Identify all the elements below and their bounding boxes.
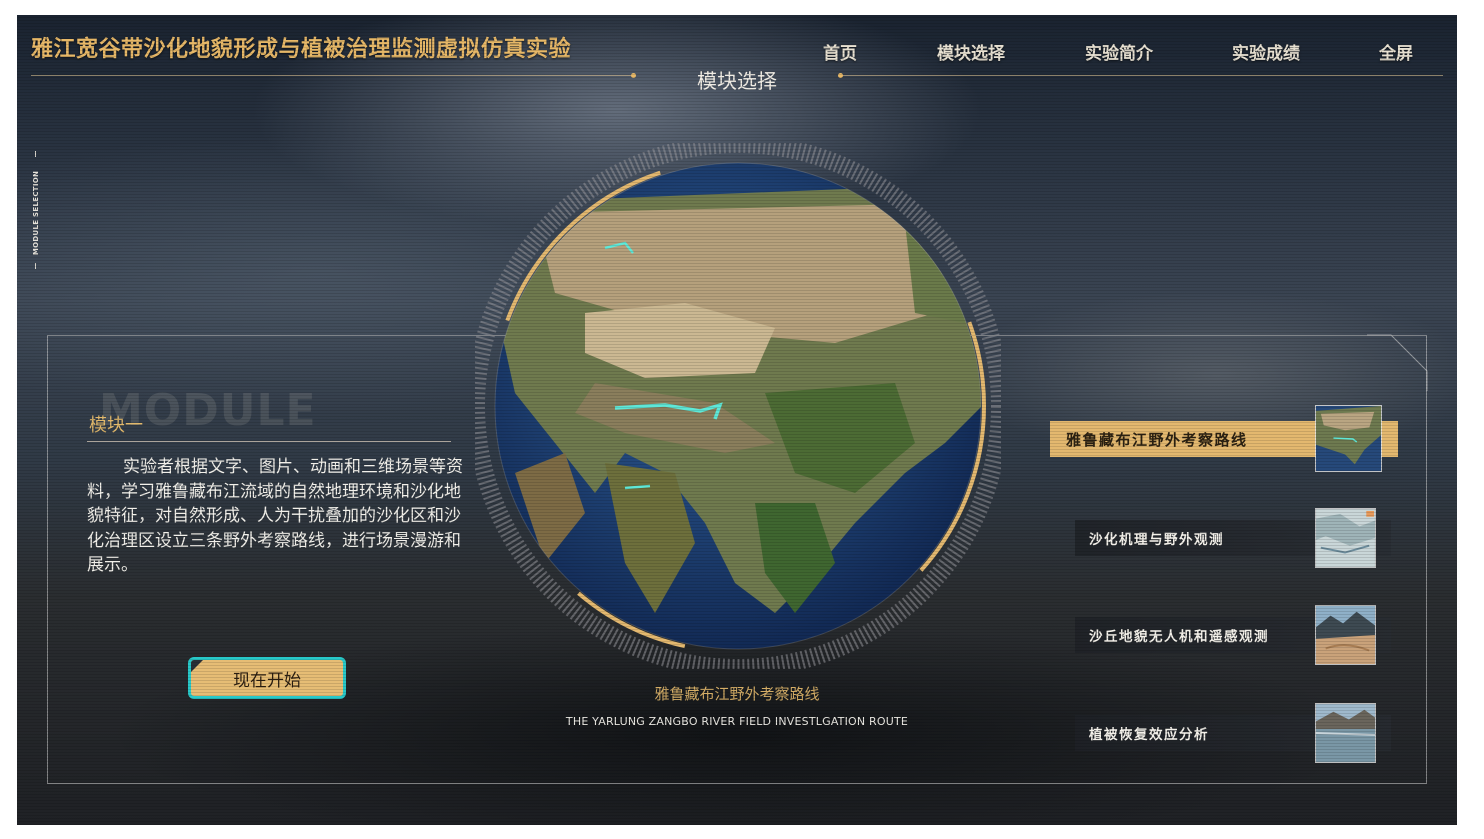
globe-map[interactable]: [475, 143, 1001, 669]
start-now-button[interactable]: 现在开始: [188, 657, 346, 699]
tick-mark: [35, 263, 36, 269]
route-card-desertification[interactable]: 沙化机理与野外观测: [1075, 508, 1395, 568]
route-card-vegetation[interactable]: 植被恢复效应分析: [1075, 703, 1395, 763]
module-divider: [87, 441, 451, 442]
side-vertical-tag: MODULE SELECTION: [31, 151, 41, 281]
nav-module-select[interactable]: 模块选择: [937, 39, 1005, 64]
nav-experiment-score[interactable]: 实验成绩: [1232, 39, 1300, 64]
app-screen: 雅江宽谷带沙化地貌形成与植被治理监测虚拟仿真实验 首页 模块选择 实验简介 实验…: [17, 15, 1457, 825]
nav-experiment-intro[interactable]: 实验简介: [1085, 39, 1153, 64]
nav-fullscreen[interactable]: 全屏: [1379, 39, 1413, 64]
dune-thumbnail-icon: [1315, 605, 1376, 665]
side-tag-text: MODULE SELECTION: [32, 170, 40, 256]
header-divider-left: [31, 73, 636, 78]
map-thumbnail-icon: [1315, 405, 1382, 472]
lake-thumbnail-icon: [1315, 703, 1376, 763]
globe-surface: [495, 163, 981, 649]
start-now-label: 现在开始: [233, 670, 301, 691]
section-title: 模块选择: [697, 69, 777, 93]
route-card-dune-uav[interactable]: 沙丘地貌无人机和遥感观测: [1075, 605, 1395, 665]
nav-home[interactable]: 首页: [823, 39, 857, 64]
divider-dot: [631, 73, 636, 78]
top-nav: 首页 模块选择 实验简介 实验成绩 全屏: [17, 39, 1457, 64]
divider-dot: [838, 73, 843, 78]
route-caption: 雅鲁藏布江野外考察路线: [654, 685, 820, 703]
module-description: 实验者根据文字、图片、动画和三维场景等资料，学习雅鲁藏布江流域的自然地理环境和沙…: [87, 457, 463, 575]
button-notch: [191, 660, 203, 672]
route-card-yarlung[interactable]: 雅鲁藏布江野外考察路线: [1050, 405, 1400, 473]
header-divider-right: [838, 73, 1443, 78]
route-caption-en: THE YARLUNG ZANGBO RIVER FIELD INVESTLGA…: [565, 715, 909, 728]
tick-mark: [35, 151, 36, 157]
terrain-thumbnail-icon: [1315, 508, 1376, 568]
module-label: 模块一: [89, 415, 143, 436]
panel-corner-decoration: [1367, 334, 1428, 391]
